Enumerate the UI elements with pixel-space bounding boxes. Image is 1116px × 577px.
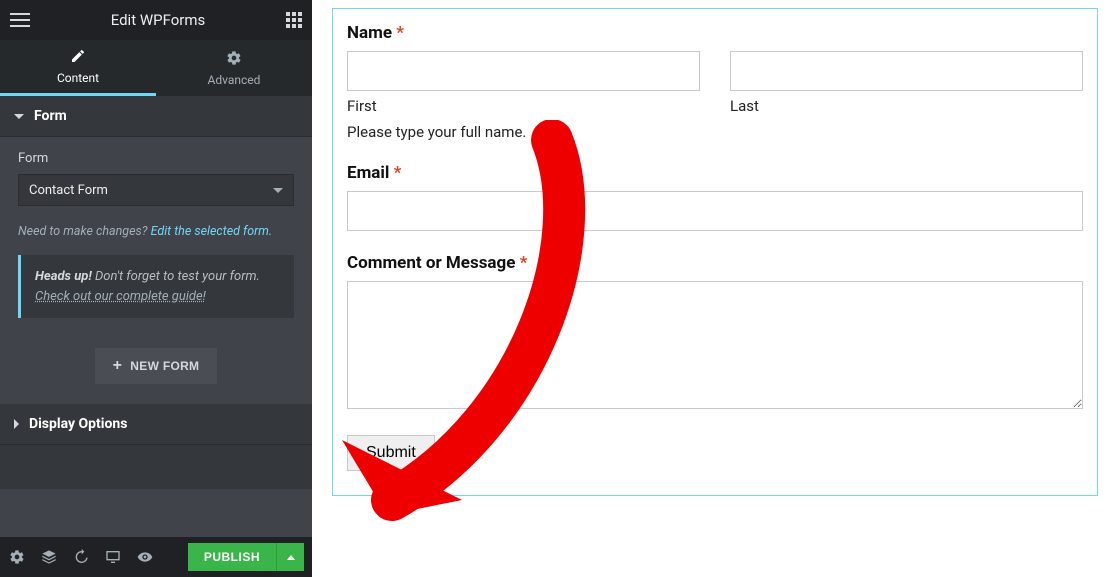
section-title: Form (34, 108, 67, 124)
callout-strong: Heads up! (35, 269, 92, 284)
field-email: Email * (347, 163, 1083, 231)
plus-icon: + (113, 358, 123, 374)
name-description: Please type your full name. (347, 123, 1083, 141)
hint-text: Need to make changes? (18, 224, 151, 239)
panel-footer: PUBLISH (0, 537, 312, 577)
tab-advanced[interactable]: Advanced (156, 40, 312, 96)
field-label: Comment or Message * (347, 253, 1083, 273)
publish-button[interactable]: PUBLISH (188, 543, 276, 571)
settings-icon[interactable] (8, 548, 26, 566)
label-text: Name (347, 23, 392, 43)
field-comment: Comment or Message * (347, 253, 1083, 413)
responsive-icon[interactable] (104, 548, 122, 566)
last-name-input[interactable] (730, 51, 1083, 91)
publish-group: PUBLISH (188, 543, 304, 571)
first-name-input[interactable] (347, 51, 700, 91)
chevron-down-icon (14, 114, 24, 119)
chevron-down-icon (273, 188, 283, 193)
form-select-value: Contact Form (29, 183, 108, 198)
edit-form-hint: Need to make changes? Edit the selected … (18, 224, 294, 239)
editor-panel: Edit WPForms Content Advanced Form Form … (0, 0, 312, 577)
label-text: Comment or Message (347, 253, 515, 273)
submit-button[interactable]: Submit (347, 435, 435, 471)
panel-title: Edit WPForms (30, 11, 286, 29)
form-select[interactable]: Contact Form (18, 174, 294, 206)
tab-content[interactable]: Content (0, 40, 156, 96)
chevron-up-icon (287, 555, 295, 560)
required-asterisk: * (396, 23, 404, 43)
last-sublabel: Last (730, 97, 1083, 115)
required-asterisk: * (394, 163, 402, 183)
form-preview: Name * First Last Please type your full … (312, 0, 1116, 577)
menu-icon[interactable] (10, 13, 30, 27)
preview-icon[interactable] (136, 548, 154, 566)
comment-textarea[interactable] (347, 281, 1083, 409)
new-form-label: NEW FORM (130, 359, 199, 373)
email-input[interactable] (347, 191, 1083, 231)
required-asterisk: * (520, 253, 528, 273)
navigator-icon[interactable] (40, 548, 58, 566)
gear-icon (226, 50, 242, 69)
heads-up-callout: Heads up! Don't forget to test your form… (18, 255, 294, 318)
tab-label: Advanced (208, 73, 261, 87)
section-form-body: Form Contact Form Need to make changes? … (0, 137, 312, 404)
form-outline[interactable]: Name * First Last Please type your full … (332, 8, 1098, 496)
field-name: Name * First Last Please type your full … (347, 23, 1083, 141)
label-text: Email (347, 163, 389, 183)
form-select-label: Form (18, 151, 294, 166)
pencil-icon (70, 48, 86, 67)
panel-header: Edit WPForms (0, 0, 312, 40)
section-title: Display Options (29, 416, 127, 432)
section-toggle-display-options[interactable]: Display Options (0, 404, 312, 445)
callout-text: Don't forget to test your form. (92, 269, 260, 284)
publish-options-button[interactable] (276, 543, 304, 571)
apps-grid-icon[interactable] (286, 12, 302, 28)
callout-guide-link[interactable]: Check out our complete guide! (35, 289, 206, 304)
field-label: Email * (347, 163, 1083, 183)
panel-spacer (0, 445, 312, 489)
first-sublabel: First (347, 97, 700, 115)
edit-selected-form-link[interactable]: Edit the selected form. (151, 224, 273, 239)
history-icon[interactable] (72, 548, 90, 566)
chevron-right-icon (14, 419, 19, 429)
panel-tabs: Content Advanced (0, 40, 312, 96)
field-label: Name * (347, 23, 1083, 43)
section-toggle-form[interactable]: Form (0, 96, 312, 137)
new-form-button[interactable]: + NEW FORM (95, 348, 218, 384)
tab-label: Content (57, 71, 99, 85)
